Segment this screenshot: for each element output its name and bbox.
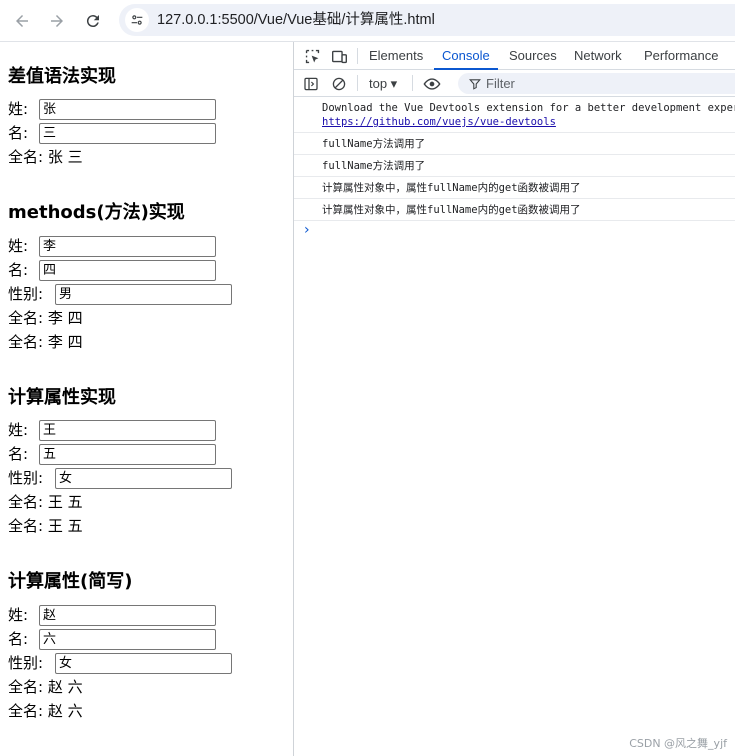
devtools-tab-bar: Elements Console Sources Network Perform… <box>294 42 735 70</box>
console-message: fullName方法调用了 <box>294 155 735 177</box>
full-name-output: 全名: 王 五 <box>8 517 83 535</box>
url-text: 127.0.0.1:5500/Vue/Vue基础/计算属性.html <box>157 12 435 28</box>
field-label: 名: <box>8 630 29 648</box>
tab-divider <box>357 48 358 64</box>
console-message: 计算属性对象中，属性fullName内的get函数被调用了 <box>294 177 735 199</box>
form-row: 名: 三 <box>8 121 216 145</box>
section-title: methods(方法)实现 <box>8 202 185 223</box>
filter-placeholder: Filter <box>486 76 515 91</box>
forward-button[interactable] <box>43 7 71 35</box>
tab-performance[interactable]: Performance <box>644 42 718 69</box>
tab-elements[interactable]: Elements <box>369 42 423 69</box>
form-row: 姓: 张 <box>8 97 216 121</box>
arrow-right-icon <box>51 15 63 27</box>
last-name-input[interactable]: 王 <box>39 420 216 441</box>
browser-toolbar: 127.0.0.1:5500/Vue/Vue基础/计算属性.html <box>0 0 735 42</box>
sidebar-toggle-icon[interactable] <box>301 74 321 94</box>
first-name-input[interactable]: 六 <box>39 629 216 650</box>
console-prompt-icon[interactable]: › <box>304 222 310 238</box>
field-label: 名: <box>8 261 29 279</box>
live-expression-eye-icon[interactable] <box>422 74 442 94</box>
context-selector[interactable]: top ▾ <box>369 70 397 97</box>
field-label: 名: <box>8 124 29 142</box>
section-title: 计算属性实现 <box>8 387 116 408</box>
console-message: 计算属性对象中，属性fullName内的get函数被调用了 <box>294 199 735 221</box>
full-name-output: 全名: 王 五 <box>8 493 83 511</box>
field-label: 姓: <box>8 237 29 255</box>
device-toolbar-icon[interactable] <box>329 46 349 66</box>
console-toolbar: top ▾ Filter <box>294 70 735 97</box>
form-row: 姓: 李 <box>8 234 216 258</box>
reload-button[interactable] <box>79 7 107 35</box>
full-name-output: 全名: 张 三 <box>8 148 83 166</box>
last-name-input[interactable]: 张 <box>39 99 216 120</box>
console-filter-input[interactable]: Filter <box>458 73 735 94</box>
full-name-output: 全名: 赵 六 <box>8 702 83 720</box>
tab-network[interactable]: Network <box>574 42 622 69</box>
field-label: 性别: <box>8 285 44 303</box>
devtools-panel: Elements Console Sources Network Perform… <box>293 42 735 756</box>
address-bar[interactable]: 127.0.0.1:5500/Vue/Vue基础/计算属性.html <box>119 4 735 36</box>
first-name-input[interactable]: 四 <box>39 260 216 281</box>
inspect-element-icon[interactable] <box>302 46 322 66</box>
gender-input[interactable]: 女 <box>55 653 232 674</box>
form-row: 名: 六 <box>8 627 216 651</box>
field-label: 性别: <box>8 469 44 487</box>
site-info-icon[interactable] <box>125 8 149 32</box>
form-row: 姓: 赵 <box>8 603 216 627</box>
back-button[interactable] <box>8 7 36 35</box>
devtools-extension-link[interactable]: https://github.com/vuejs/vue-devtools <box>322 115 735 129</box>
field-label: 姓: <box>8 606 29 624</box>
watermark: CSDN @风之舞_yjf <box>629 737 727 750</box>
gender-input[interactable]: 女 <box>55 468 232 489</box>
console-message-text: Download the Vue Devtools extension for … <box>322 102 735 114</box>
form-row: 名: 四 <box>8 258 216 282</box>
form-row: 名: 五 <box>8 442 216 466</box>
field-label: 名: <box>8 445 29 463</box>
toolbar-divider <box>357 75 358 91</box>
gender-input[interactable]: 男 <box>55 284 232 305</box>
console-output: Download the Vue Devtools extension for … <box>294 97 735 238</box>
first-name-input[interactable]: 五 <box>39 444 216 465</box>
clear-console-icon[interactable] <box>329 74 349 94</box>
section-title: 差值语法实现 <box>8 66 116 87</box>
form-row: 性别: 女 <box>8 466 232 490</box>
section-computed: 计算属性实现 姓: 王 名: 五 性别: 女 全名: 王 五 全名: 王 五 <box>8 386 232 538</box>
console-message: fullName方法调用了 <box>294 133 735 155</box>
filter-icon <box>469 79 481 90</box>
form-row: 性别: 男 <box>8 282 232 306</box>
field-label: 姓: <box>8 100 29 118</box>
toolbar-divider <box>412 75 413 91</box>
console-message: Download the Vue Devtools extension for … <box>294 97 735 133</box>
full-name-output: 全名: 赵 六 <box>8 678 83 696</box>
full-name-output: 全名: 李 四 <box>8 309 83 327</box>
section-interpolation: 差值语法实现 姓: 张 名: 三 全名: 张 三 <box>8 65 216 169</box>
full-name-output: 全名: 李 四 <box>8 333 83 351</box>
last-name-input[interactable]: 赵 <box>39 605 216 626</box>
arrow-left-icon <box>16 15 28 27</box>
last-name-input[interactable]: 李 <box>39 236 216 257</box>
section-methods: methods(方法)实现 姓: 李 名: 四 性别: 男 全名: 李 四 全名… <box>8 201 232 354</box>
page-content: 差值语法实现 姓: 张 名: 三 全名: 张 三 methods(方法)实现 姓… <box>0 42 293 756</box>
field-label: 姓: <box>8 421 29 439</box>
form-row: 姓: 王 <box>8 418 216 442</box>
section-title: 计算属性(简写) <box>8 571 133 592</box>
field-label: 性别: <box>8 654 44 672</box>
first-name-input[interactable]: 三 <box>39 123 216 144</box>
form-row: 性别: 女 <box>8 651 232 675</box>
reload-icon <box>86 15 99 28</box>
tab-sources[interactable]: Sources <box>509 42 557 69</box>
section-computed-shorthand: 计算属性(简写) 姓: 赵 名: 六 性别: 女 全名: 赵 六 全名: 赵 六 <box>8 570 232 723</box>
tab-console[interactable]: Console <box>434 42 498 70</box>
